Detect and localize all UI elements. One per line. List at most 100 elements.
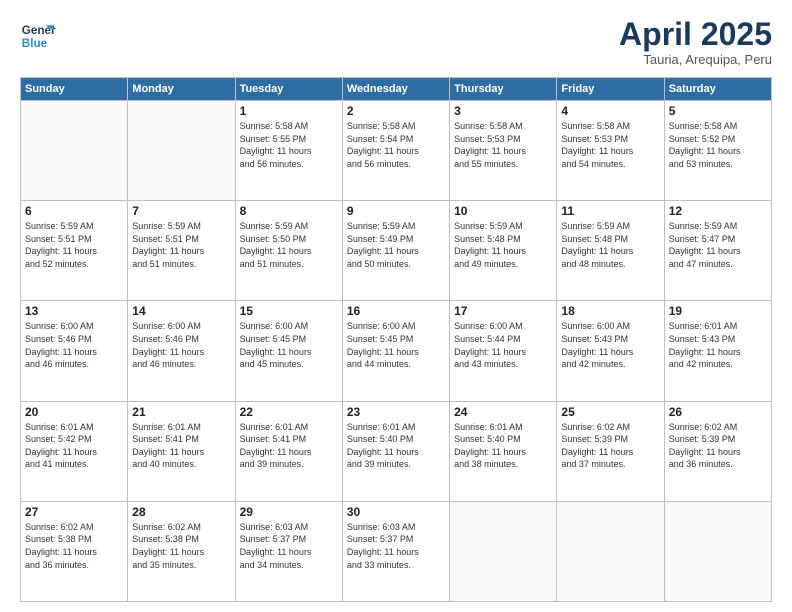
calendar-week-row: 13Sunrise: 6:00 AM Sunset: 5:46 PM Dayli…	[21, 301, 772, 401]
calendar-week-row: 1 Sunrise: 5:58 AM Sunset: 5:55 PM Daylig…	[21, 101, 772, 201]
table-row: 12 Sunrise: 5:59 AM Sunset: 5:47 PM Dayli…	[664, 201, 771, 301]
table-row: 21 Sunrise: 6:01 AM Sunset: 5:41 PM Dayli…	[128, 401, 235, 501]
day-number: 24	[454, 405, 552, 419]
table-row: 24 Sunrise: 6:01 AM Sunset: 5:40 PM Dayli…	[450, 401, 557, 501]
day-info: Sunrise: 6:00 AM Sunset: 5:43 PM Dayligh…	[561, 320, 659, 370]
day-number: 25	[561, 405, 659, 419]
day-info: Sunrise: 6:01 AM Sunset: 5:42 PM Dayligh…	[25, 421, 123, 471]
day-number: 28	[132, 505, 230, 519]
calendar-subtitle: Tauria, Arequipa, Peru	[619, 52, 772, 67]
day-info: Sunrise: 6:01 AM Sunset: 5:41 PM Dayligh…	[240, 421, 338, 471]
weekday-header-row: Sunday Monday Tuesday Wednesday Thursday…	[21, 78, 772, 101]
day-info: Sunrise: 5:59 AM Sunset: 5:48 PM Dayligh…	[561, 220, 659, 270]
table-row: 13Sunrise: 6:00 AM Sunset: 5:46 PM Dayli…	[21, 301, 128, 401]
table-row: 22 Sunrise: 6:01 AM Sunset: 5:41 PM Dayli…	[235, 401, 342, 501]
table-row: 23 Sunrise: 6:01 AM Sunset: 5:40 PM Dayli…	[342, 401, 449, 501]
table-row: 10Sunrise: 5:59 AM Sunset: 5:48 PM Dayli…	[450, 201, 557, 301]
header-sunday: Sunday	[21, 78, 128, 101]
day-number: 23	[347, 405, 445, 419]
day-info: Sunrise: 6:02 AM Sunset: 5:39 PM Dayligh…	[669, 421, 767, 471]
header-saturday: Saturday	[664, 78, 771, 101]
table-row	[664, 501, 771, 601]
day-number: 9	[347, 204, 445, 218]
day-info: Sunrise: 5:58 AM Sunset: 5:55 PM Dayligh…	[240, 120, 338, 170]
table-row: 25 Sunrise: 6:02 AM Sunset: 5:39 PM Dayli…	[557, 401, 664, 501]
table-row: 2 Sunrise: 5:58 AM Sunset: 5:54 PM Daylig…	[342, 101, 449, 201]
day-number: 26	[669, 405, 767, 419]
logo: General Blue	[20, 18, 56, 54]
header-thursday: Thursday	[450, 78, 557, 101]
svg-text:Blue: Blue	[22, 37, 48, 50]
day-number: 7	[132, 204, 230, 218]
day-info: Sunrise: 6:01 AM Sunset: 5:40 PM Dayligh…	[347, 421, 445, 471]
table-row: 19 Sunrise: 6:01 AM Sunset: 5:43 PM Dayli…	[664, 301, 771, 401]
day-info: Sunrise: 5:58 AM Sunset: 5:53 PM Dayligh…	[454, 120, 552, 170]
day-number: 4	[561, 104, 659, 118]
table-row: 14Sunrise: 6:00 AM Sunset: 5:46 PM Dayli…	[128, 301, 235, 401]
day-number: 10	[454, 204, 552, 218]
table-row: 18 Sunrise: 6:00 AM Sunset: 5:43 PM Dayli…	[557, 301, 664, 401]
calendar-page: General Blue April 2025 Tauria, Arequipa…	[0, 0, 792, 612]
day-info: Sunrise: 6:02 AM Sunset: 5:38 PM Dayligh…	[25, 521, 123, 571]
day-number: 15	[240, 304, 338, 318]
day-info: Sunrise: 6:00 AM Sunset: 5:44 PM Dayligh…	[454, 320, 552, 370]
day-number: 27	[25, 505, 123, 519]
day-info: Sunrise: 5:59 AM Sunset: 5:49 PM Dayligh…	[347, 220, 445, 270]
day-number: 22	[240, 405, 338, 419]
calendar-table: Sunday Monday Tuesday Wednesday Thursday…	[20, 77, 772, 602]
header: General Blue April 2025 Tauria, Arequipa…	[20, 18, 772, 67]
day-info: Sunrise: 6:01 AM Sunset: 5:40 PM Dayligh…	[454, 421, 552, 471]
calendar-title: April 2025	[619, 18, 772, 50]
table-row: 11Sunrise: 5:59 AM Sunset: 5:48 PM Dayli…	[557, 201, 664, 301]
day-info: Sunrise: 6:03 AM Sunset: 5:37 PM Dayligh…	[347, 521, 445, 571]
header-friday: Friday	[557, 78, 664, 101]
day-info: Sunrise: 6:02 AM Sunset: 5:39 PM Dayligh…	[561, 421, 659, 471]
day-number: 17	[454, 304, 552, 318]
table-row: 5Sunrise: 5:58 AM Sunset: 5:52 PM Daylig…	[664, 101, 771, 201]
table-row	[450, 501, 557, 601]
header-wednesday: Wednesday	[342, 78, 449, 101]
day-info: Sunrise: 6:00 AM Sunset: 5:45 PM Dayligh…	[240, 320, 338, 370]
table-row: 6Sunrise: 5:59 AM Sunset: 5:51 PM Daylig…	[21, 201, 128, 301]
day-number: 6	[25, 204, 123, 218]
day-number: 14	[132, 304, 230, 318]
table-row	[128, 101, 235, 201]
day-number: 2	[347, 104, 445, 118]
table-row: 27 Sunrise: 6:02 AM Sunset: 5:38 PM Dayli…	[21, 501, 128, 601]
day-info: Sunrise: 5:59 AM Sunset: 5:50 PM Dayligh…	[240, 220, 338, 270]
day-info: Sunrise: 6:02 AM Sunset: 5:38 PM Dayligh…	[132, 521, 230, 571]
day-number: 16	[347, 304, 445, 318]
day-number: 20	[25, 405, 123, 419]
table-row: 16Sunrise: 6:00 AM Sunset: 5:45 PM Dayli…	[342, 301, 449, 401]
table-row: 8 Sunrise: 5:59 AM Sunset: 5:50 PM Daylig…	[235, 201, 342, 301]
day-info: Sunrise: 5:59 AM Sunset: 5:51 PM Dayligh…	[132, 220, 230, 270]
header-monday: Monday	[128, 78, 235, 101]
table-row: 26 Sunrise: 6:02 AM Sunset: 5:39 PM Dayli…	[664, 401, 771, 501]
day-number: 19	[669, 304, 767, 318]
day-number: 30	[347, 505, 445, 519]
day-info: Sunrise: 6:03 AM Sunset: 5:37 PM Dayligh…	[240, 521, 338, 571]
day-number: 8	[240, 204, 338, 218]
table-row	[557, 501, 664, 601]
table-row: 28 Sunrise: 6:02 AM Sunset: 5:38 PM Dayli…	[128, 501, 235, 601]
table-row: 7 Sunrise: 5:59 AM Sunset: 5:51 PM Daylig…	[128, 201, 235, 301]
table-row: 1 Sunrise: 5:58 AM Sunset: 5:55 PM Daylig…	[235, 101, 342, 201]
day-number: 3	[454, 104, 552, 118]
table-row: 30 Sunrise: 6:03 AM Sunset: 5:37 PM Dayli…	[342, 501, 449, 601]
day-number: 21	[132, 405, 230, 419]
day-number: 1	[240, 104, 338, 118]
day-info: Sunrise: 5:59 AM Sunset: 5:47 PM Dayligh…	[669, 220, 767, 270]
calendar-week-row: 27 Sunrise: 6:02 AM Sunset: 5:38 PM Dayli…	[21, 501, 772, 601]
calendar-week-row: 6 Sunrise: 5:59 AM Sunset: 5:51 PM Daylig…	[21, 201, 772, 301]
day-info: Sunrise: 5:58 AM Sunset: 5:54 PM Dayligh…	[347, 120, 445, 170]
table-row: 15 Sunrise: 6:00 AM Sunset: 5:45 PM Dayli…	[235, 301, 342, 401]
day-number: 12	[669, 204, 767, 218]
day-number: 18	[561, 304, 659, 318]
table-row: 20 Sunrise: 6:01 AM Sunset: 5:42 PM Dayli…	[21, 401, 128, 501]
day-info: Sunrise: 6:01 AM Sunset: 5:43 PM Dayligh…	[669, 320, 767, 370]
table-row: 4Sunrise: 5:58 AM Sunset: 5:53 PM Daylig…	[557, 101, 664, 201]
table-row: 9 Sunrise: 5:59 AM Sunset: 5:49 PM Daylig…	[342, 201, 449, 301]
logo-icon: General Blue	[20, 18, 56, 54]
day-info: Sunrise: 6:01 AM Sunset: 5:41 PM Dayligh…	[132, 421, 230, 471]
table-row: 3 Sunrise: 5:58 AM Sunset: 5:53 PM Daylig…	[450, 101, 557, 201]
